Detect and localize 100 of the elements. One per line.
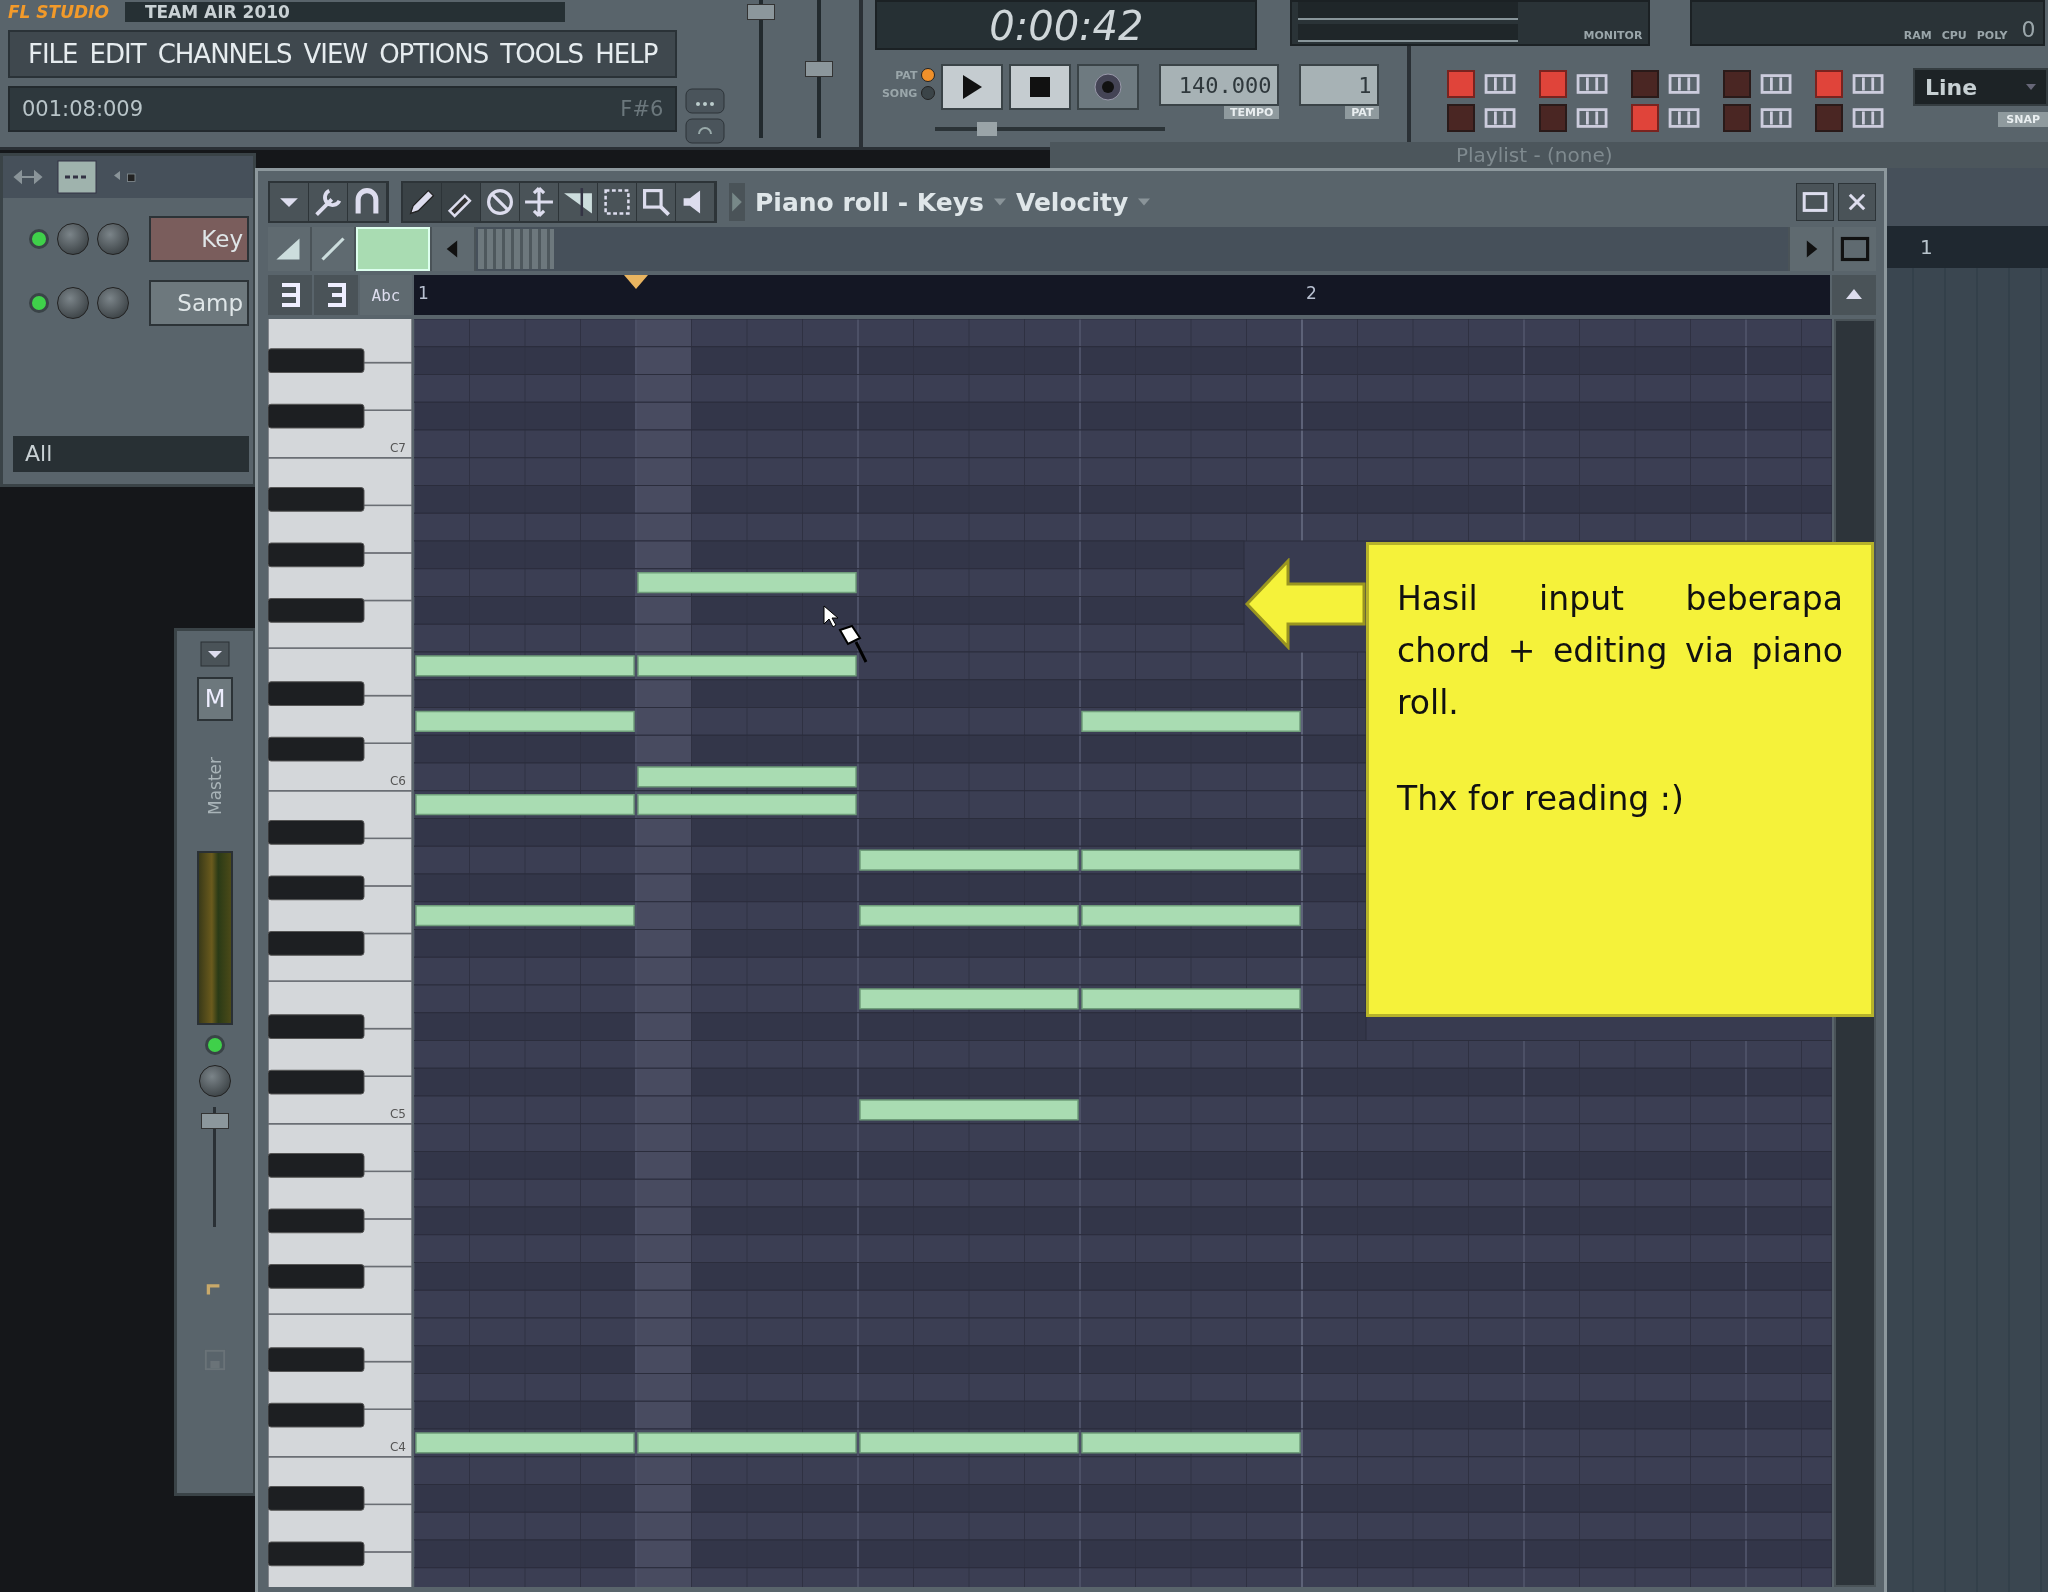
mode-led[interactable] [921, 68, 936, 82]
note-block[interactable] [415, 905, 635, 927]
stop-button[interactable] [1009, 64, 1072, 110]
toggle-button[interactable] [1815, 70, 1843, 98]
grid-row[interactable] [414, 984, 1367, 1014]
vertical-slider[interactable] [747, 0, 776, 138]
volume-knob[interactable] [97, 223, 129, 255]
event-target[interactable]: Velocity [1015, 187, 1129, 217]
toggle-button[interactable] [1447, 70, 1475, 98]
play-button[interactable] [941, 64, 1004, 110]
note-block[interactable] [859, 849, 1079, 871]
sharp-key[interactable] [268, 875, 365, 901]
menu-item[interactable]: FILE [28, 39, 78, 69]
note-block[interactable] [415, 1432, 635, 1454]
refresh-icon[interactable] [685, 118, 726, 144]
note-color-swatch[interactable] [356, 227, 430, 271]
grid-row[interactable] [414, 707, 1367, 736]
position-slider[interactable] [935, 122, 1166, 136]
note-block[interactable] [859, 1099, 1079, 1121]
menu-item[interactable]: EDIT [89, 39, 146, 69]
timeline-ruler[interactable]: 1 2 [414, 275, 1831, 315]
note-block[interactable] [637, 766, 857, 788]
stamp-icon[interactable] [268, 275, 312, 315]
note-block[interactable] [859, 988, 1079, 1010]
note-block[interactable] [637, 1432, 857, 1454]
piano-roll-title[interactable]: Piano roll - Keys [755, 187, 984, 217]
channel-button[interactable]: Key [149, 216, 249, 262]
scroll-left-icon[interactable] [432, 227, 474, 271]
pan-knob[interactable] [199, 1065, 231, 1097]
volume-knob[interactable] [97, 287, 129, 319]
volume-fader[interactable] [201, 1107, 229, 1227]
mute-button[interactable]: M [197, 677, 233, 721]
record-button[interactable] [1077, 64, 1140, 110]
chord-icon[interactable] [314, 275, 358, 315]
square-icon[interactable] [1834, 227, 1876, 271]
playhead-marker-icon[interactable] [624, 275, 648, 289]
sharp-key[interactable] [268, 403, 365, 429]
menu-item[interactable]: CHANNELS [157, 39, 292, 69]
sharp-key[interactable] [268, 1541, 365, 1567]
channel-filter[interactable]: All [13, 436, 249, 472]
pencil-icon[interactable] [403, 183, 442, 221]
grid-row[interactable] [414, 845, 1367, 875]
slider-thumb[interactable] [747, 3, 776, 20]
note-block[interactable] [415, 794, 635, 816]
menu-item[interactable]: OPTIONS [379, 39, 489, 69]
toggle-button[interactable] [1631, 104, 1659, 132]
grid-row[interactable] [414, 790, 1367, 819]
note-block[interactable] [1081, 710, 1301, 732]
slider-thumb[interactable] [805, 61, 834, 77]
toggle-button[interactable] [1723, 70, 1751, 98]
scroll-right-icon[interactable] [1790, 227, 1832, 271]
close-icon[interactable] [1838, 183, 1876, 221]
note-block[interactable] [859, 1432, 1079, 1454]
menu-item[interactable]: HELP [595, 39, 658, 69]
note-block[interactable] [415, 655, 635, 677]
note-block[interactable] [415, 710, 635, 732]
ramp-icon[interactable] [268, 227, 310, 271]
channel-button[interactable]: Samp [149, 280, 249, 326]
toggle-button[interactable] [1539, 104, 1567, 132]
note-block[interactable] [637, 572, 857, 594]
note-block[interactable] [637, 794, 857, 816]
sharp-key[interactable] [268, 736, 365, 762]
maximize-icon[interactable] [1796, 183, 1834, 221]
grid-row[interactable] [414, 1428, 1832, 1458]
note-block[interactable] [1081, 905, 1301, 927]
note-block[interactable] [1081, 849, 1301, 871]
scroll-up-icon[interactable] [1832, 275, 1876, 315]
tempo-display[interactable]: 140.000 [1159, 64, 1280, 106]
brush-icon[interactable] [442, 183, 481, 221]
grid-row[interactable] [414, 651, 1367, 681]
pan-knob[interactable] [57, 287, 89, 319]
mode-led[interactable] [921, 86, 936, 100]
ellipsis-icon[interactable] [685, 88, 726, 114]
dropdown-icon[interactable] [200, 641, 230, 667]
sharp-key[interactable] [268, 1069, 365, 1095]
grid-row[interactable] [414, 1095, 1832, 1125]
note-names-button[interactable]: Abc [360, 275, 412, 315]
toggle-button[interactable] [1723, 104, 1751, 132]
track-led[interactable] [205, 1035, 225, 1055]
arrows-icon[interactable] [13, 167, 43, 187]
sharp-key[interactable] [268, 542, 365, 568]
grid-row[interactable] [414, 762, 1367, 792]
note-block[interactable] [1081, 988, 1301, 1010]
sharp-key[interactable] [268, 1402, 365, 1428]
toggle-button[interactable] [1631, 70, 1659, 98]
note-block[interactable] [637, 655, 857, 677]
note-block[interactable] [1081, 1432, 1301, 1454]
horizontal-scrollbar[interactable] [476, 227, 1788, 271]
toggle-button[interactable] [1539, 70, 1567, 98]
grid-row[interactable] [414, 901, 1367, 930]
scroll-thumb[interactable] [478, 229, 554, 269]
sharp-key[interactable] [268, 1208, 365, 1234]
menu-item[interactable]: VIEW [303, 39, 368, 69]
snap-dropdown[interactable]: Line [1913, 68, 2048, 106]
menu-item[interactable]: TOOLS [500, 39, 584, 69]
note-block[interactable] [859, 905, 1079, 927]
vertical-slider[interactable] [805, 0, 834, 138]
toggle-button[interactable] [1447, 104, 1475, 132]
grid-row[interactable] [414, 568, 1245, 597]
pan-knob[interactable] [57, 223, 89, 255]
